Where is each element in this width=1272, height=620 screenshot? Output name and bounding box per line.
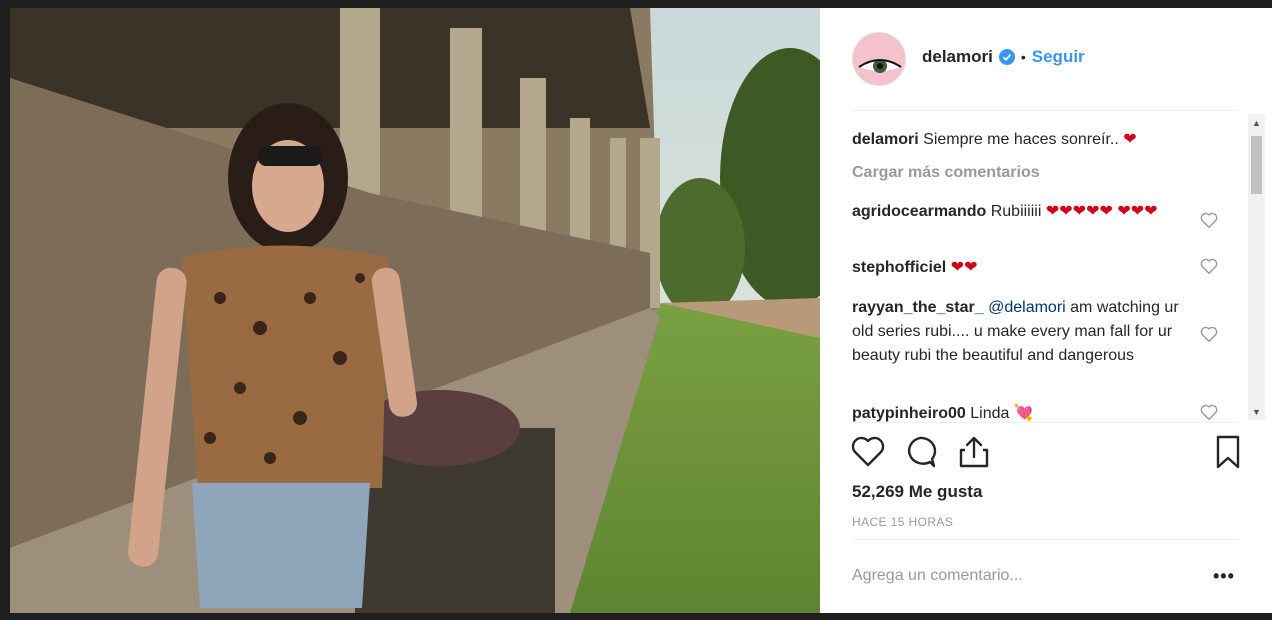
follow-button[interactable]: Seguir (1032, 47, 1085, 67)
load-more-comments-button[interactable]: Cargar más comentarios (852, 164, 1040, 182)
comment-username[interactable]: agridocearmando (852, 203, 986, 220)
separator-dot: • (1020, 49, 1026, 65)
likes-count[interactable]: 52,269 Me gusta (852, 482, 982, 502)
comment-emoji: ❤❤ (950, 259, 978, 276)
caption-username[interactable]: delamori (852, 131, 919, 148)
verified-badge-icon (998, 49, 1015, 65)
caption: delamori Siempre me haces sonreír.. ❤ (852, 128, 1192, 152)
scroll-thumb[interactable] (1251, 136, 1262, 194)
post-header: delamori • Seguir (820, 8, 1240, 110)
comment-username[interactable]: stephofficiel (852, 259, 946, 276)
list-item: stephofficiel ❤❤ (852, 256, 1192, 280)
caption-emoji: ❤ (1123, 131, 1137, 148)
post-timestamp: HACE 15 HORAS (852, 515, 954, 529)
scroll-up-arrow-icon[interactable]: ▲ (1248, 114, 1265, 131)
comment-like-icon[interactable] (1200, 212, 1218, 229)
comment-emoji: ❤❤❤❤❤ ❤❤❤ (1045, 203, 1158, 220)
footer-divider (852, 539, 1239, 540)
share-upload-icon[interactable] (956, 434, 992, 470)
header-divider (852, 110, 1239, 111)
list-item: agridocearmando Rubiiiiii ❤❤❤❤❤ ❤❤❤ (852, 200, 1192, 224)
avatar-image (853, 33, 905, 85)
more-options-button[interactable]: ••• (1213, 566, 1235, 587)
comment-mention[interactable]: @delamori (988, 299, 1066, 316)
avatar[interactable] (852, 32, 906, 86)
comment-emoji: 💘 (1013, 405, 1034, 422)
comment-like-icon[interactable] (1200, 258, 1218, 275)
list-item: patypinheiro00 Linda 💘 (852, 402, 1192, 422)
username[interactable]: delamori (922, 47, 993, 67)
comment-like-icon[interactable] (1200, 404, 1218, 421)
action-bar (850, 432, 1245, 472)
comment-username[interactable]: rayyan_the_star_ (852, 299, 984, 316)
comment-text: Rubiiiiii (990, 203, 1042, 220)
comments-divider (852, 422, 1239, 423)
comment-username[interactable]: patypinheiro00 (852, 405, 966, 422)
post-panel: delamori • Seguir delamori Siempre me ha… (820, 8, 1272, 613)
scroll-down-arrow-icon[interactable]: ▼ (1248, 403, 1265, 420)
username-row: delamori • Seguir (922, 47, 1085, 67)
comment-like-icon[interactable] (1200, 326, 1218, 343)
heart-outline-icon[interactable] (850, 434, 886, 470)
photo-illustration (10, 8, 820, 613)
bookmark-icon[interactable] (1210, 434, 1246, 470)
post-photo[interactable] (10, 8, 820, 613)
add-comment-input[interactable]: Agrega un comentario... (852, 567, 1172, 585)
list-item: rayyan_the_star_ @delamori am watching u… (852, 296, 1192, 368)
speech-bubble-icon[interactable] (902, 434, 938, 470)
caption-text: Siempre me haces sonreír.. (923, 131, 1119, 148)
comments-scrollbar[interactable]: ▲ ▼ (1248, 114, 1265, 420)
comment-text: Linda (970, 405, 1010, 422)
comments-list: delamori Siempre me haces sonreír.. ❤ Ca… (852, 120, 1247, 422)
